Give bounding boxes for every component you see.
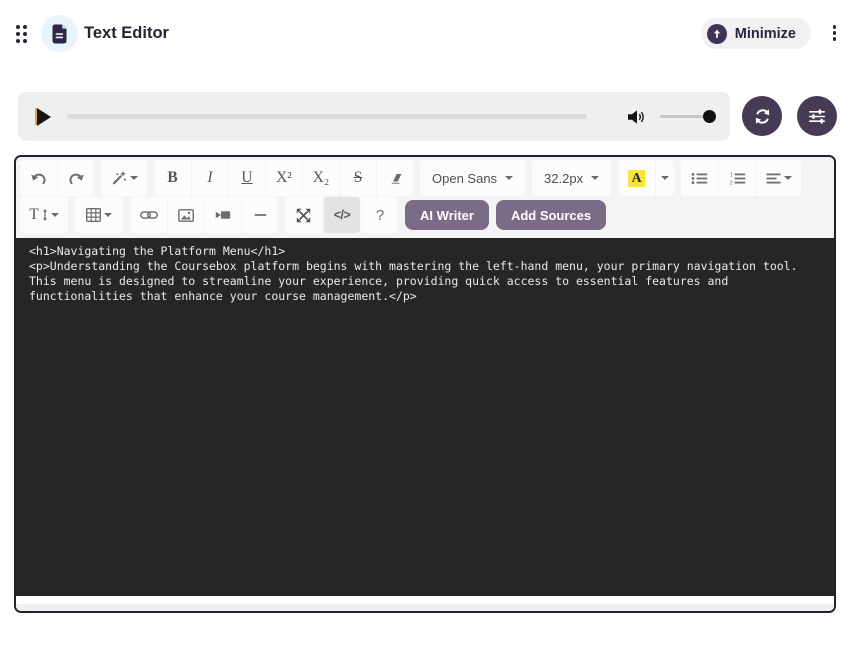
numbered-list-icon: 1 2 [729, 172, 745, 185]
superscript-button[interactable]: X² [265, 160, 302, 196]
list-group: 1 2 [681, 160, 802, 196]
font-family-select[interactable]: Open Sans [420, 160, 525, 196]
ai-magic-wand-button[interactable] [101, 160, 147, 196]
bullet-list-icon [691, 172, 708, 184]
text-color-button[interactable]: A [618, 160, 655, 196]
link-icon [139, 211, 158, 219]
paragraph-format-label: T [29, 206, 39, 223]
code-view-button[interactable]: </> [323, 197, 360, 233]
chevron-down-icon [783, 176, 792, 180]
editor-toolbar: B I U X² X₂ S Open Sans 32.2px A 1 2 T <… [16, 157, 834, 238]
kebab-menu-icon[interactable] [831, 23, 839, 43]
updown-arrow-icon [42, 209, 47, 221]
bold-button[interactable]: B [154, 160, 191, 196]
code-view-label: </> [333, 208, 351, 222]
image-icon [178, 208, 194, 222]
fullscreen-icon [296, 208, 311, 222]
text-color-dropdown[interactable] [655, 160, 674, 196]
rich-text-editor: B I U X² X₂ S Open Sans 32.2px A 1 2 T <… [14, 155, 836, 613]
refresh-icon [753, 107, 772, 126]
svg-text:2: 2 [729, 180, 732, 185]
toolbar-row-1: B I U X² X₂ S Open Sans 32.2px A 1 2 [20, 160, 830, 196]
align-button[interactable] [755, 160, 801, 196]
play-icon [37, 107, 51, 126]
view-group: </> ? [285, 197, 398, 233]
play-button[interactable] [35, 107, 53, 127]
table-group [75, 197, 123, 233]
audio-settings-button[interactable] [797, 96, 837, 136]
highlight-color-icon: A [628, 169, 646, 187]
unordered-list-button[interactable] [681, 160, 718, 196]
font-size-group: 32.2px [532, 160, 612, 196]
insert-video-button[interactable] [204, 197, 241, 233]
sliders-icon [808, 108, 826, 124]
undo-icon [31, 173, 46, 185]
chevron-down-icon [505, 176, 514, 180]
paragraph-format-button[interactable]: T [20, 197, 68, 233]
text-editor-window: Text Editor Minimize B I U X² X₂ S Open … [0, 0, 852, 646]
font-family-group: Open Sans [420, 160, 526, 196]
chevron-down-icon [661, 176, 670, 180]
play-accent [35, 107, 37, 125]
audio-player [18, 92, 730, 141]
drag-handle-icon[interactable] [16, 25, 27, 43]
eraser-icon [391, 174, 402, 184]
document-icon [51, 24, 68, 44]
volume-thumb[interactable] [703, 110, 716, 123]
magic-group [101, 160, 147, 196]
chevron-down-icon [129, 176, 138, 180]
insert-hr-button[interactable] [241, 197, 278, 233]
magic-wand-icon [112, 171, 126, 185]
underline-button[interactable]: U [228, 160, 265, 196]
chevron-down-icon [104, 213, 112, 217]
html-code-editor[interactable]: <h1>Navigating the Platform Menu</h1> <p… [16, 238, 834, 596]
text-color-group: A [618, 160, 675, 196]
strikethrough-button[interactable]: S [339, 160, 376, 196]
redo-icon [68, 173, 84, 185]
volume-icon[interactable] [627, 109, 647, 125]
add-sources-button[interactable]: Add Sources [495, 200, 607, 230]
font-size-value: 32.2px [544, 170, 584, 186]
table-icon [86, 208, 101, 222]
toolbar-row-2: T </> ? AI Writer Add Sources [20, 197, 830, 233]
redo-button[interactable] [57, 160, 94, 196]
format-group: B I U X² X₂ S [154, 160, 413, 196]
paragraph-format-group: T [20, 197, 68, 233]
align-left-icon [766, 173, 781, 183]
font-family-value: Open Sans [432, 170, 498, 186]
font-size-select[interactable]: 32.2px [532, 160, 611, 196]
ai-writer-button[interactable]: AI Writer [405, 200, 489, 230]
insert-image-button[interactable] [167, 197, 204, 233]
video-icon [215, 211, 231, 219]
editor-resize-bar[interactable] [16, 596, 834, 611]
clear-formatting-button[interactable] [376, 160, 413, 196]
ordered-list-button[interactable]: 1 2 [718, 160, 755, 196]
horizontal-line-icon [254, 214, 266, 216]
help-button[interactable]: ? [361, 197, 398, 233]
svg-text:1: 1 [729, 172, 732, 178]
minimize-button[interactable]: Minimize [700, 18, 811, 49]
italic-button[interactable]: I [191, 160, 228, 196]
insert-table-button[interactable] [75, 197, 123, 233]
subscript-button[interactable]: X₂ [302, 160, 339, 196]
history-group [20, 160, 94, 196]
playback-progress-bar[interactable] [67, 114, 587, 119]
volume-slider[interactable] [660, 110, 716, 123]
fullscreen-button[interactable] [285, 197, 322, 233]
regenerate-audio-button[interactable] [742, 96, 782, 136]
page-title: Text Editor [84, 24, 169, 42]
minimize-label: Minimize [734, 25, 796, 42]
help-label: ? [375, 206, 385, 224]
chevron-down-icon [591, 176, 600, 180]
undo-button[interactable] [20, 160, 57, 196]
insert-group [130, 197, 278, 233]
insert-link-button[interactable] [130, 197, 167, 233]
minimize-arrow-icon [706, 23, 727, 44]
app-badge [41, 15, 78, 52]
chevron-down-icon [50, 213, 59, 217]
